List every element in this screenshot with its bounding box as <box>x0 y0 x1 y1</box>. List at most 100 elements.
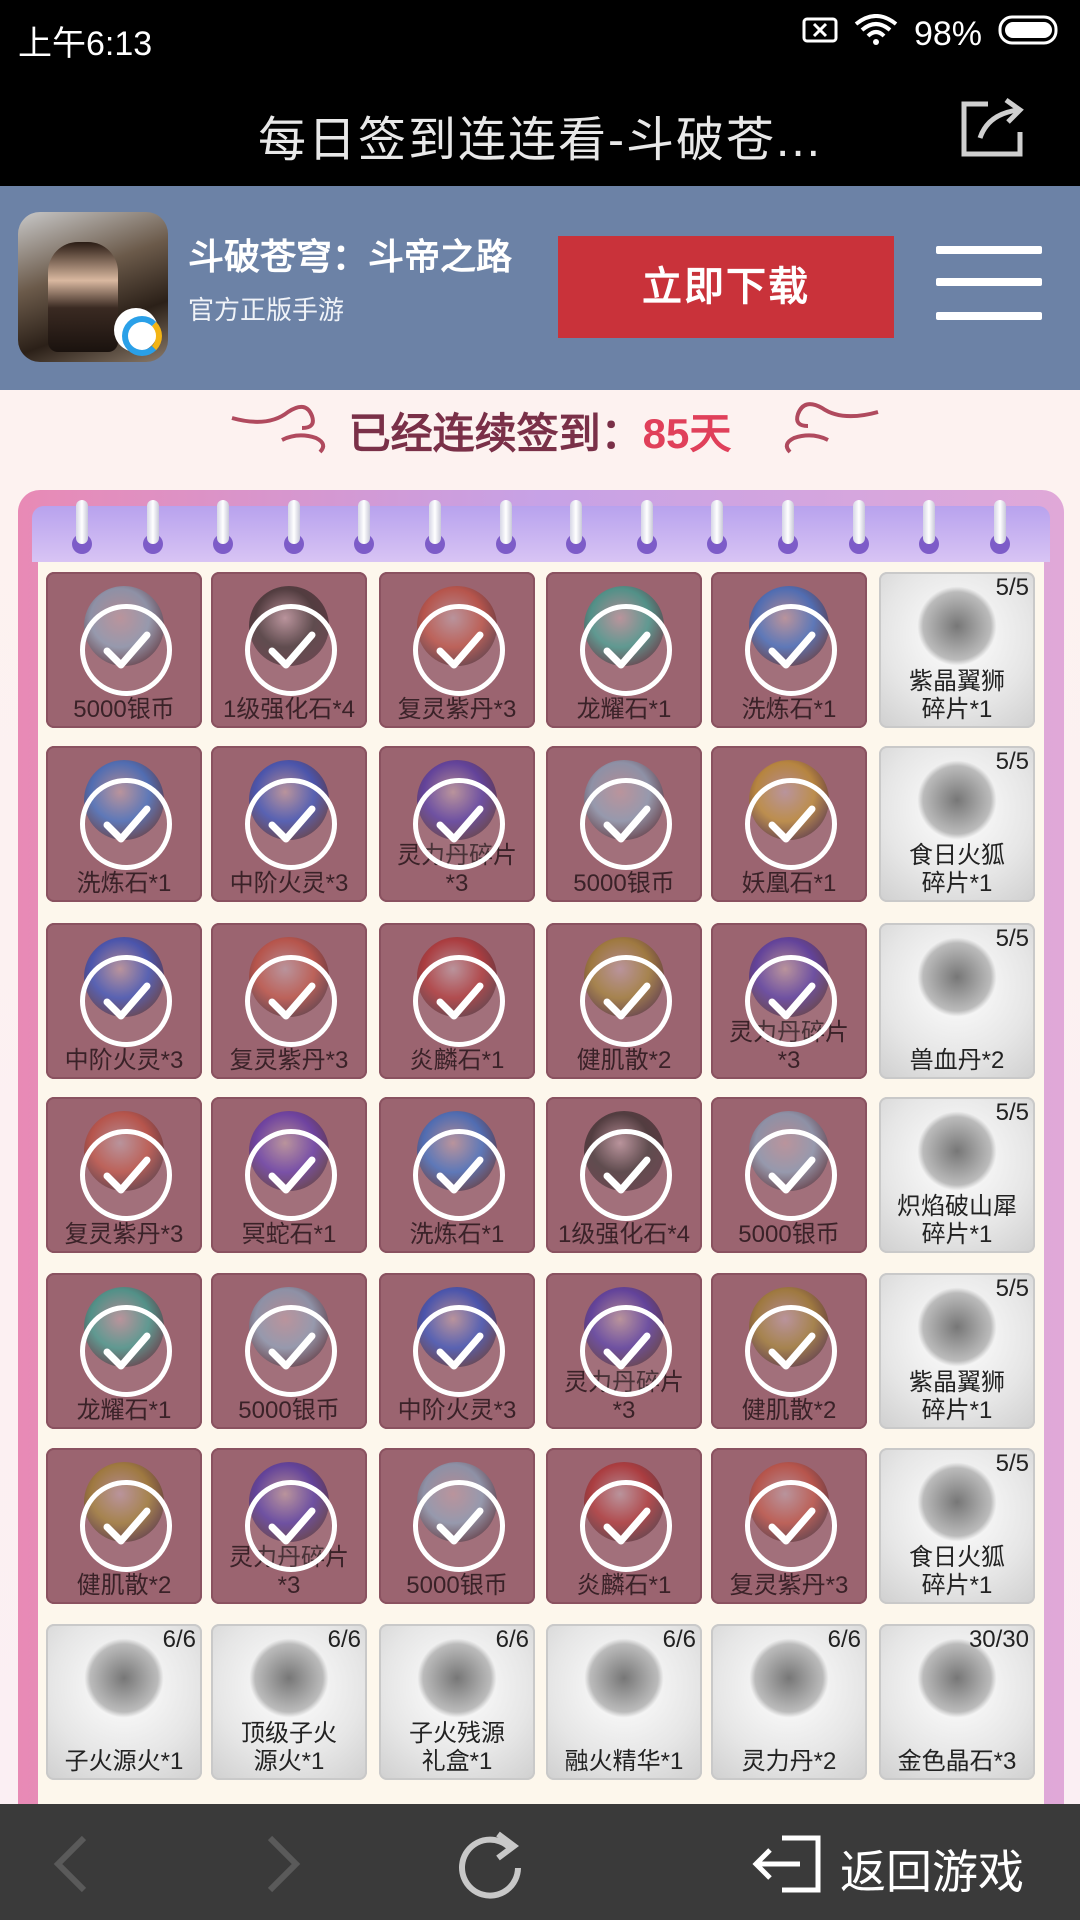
reward-cell-claimed[interactable]: 1级强化石*4 <box>546 1097 702 1253</box>
exit-arrow-icon <box>752 1835 821 1893</box>
reward-cell-claimed[interactable]: 中阶火灵*3 <box>46 923 202 1079</box>
checkmark-icon <box>245 1129 337 1221</box>
app-icon[interactable] <box>18 212 168 362</box>
refresh-button[interactable] <box>452 1828 528 1900</box>
reward-label: 顶级子火 源火*1 <box>241 1720 337 1775</box>
reward-cell-claimed[interactable]: 5000银币 <box>46 572 202 728</box>
reward-cell-unclaimed[interactable]: 6/6 顶级子火 源火*1 <box>211 1624 367 1780</box>
reward-cell-claimed[interactable]: 5000银币 <box>711 1097 867 1253</box>
reward-cell-claimed[interactable]: 龙耀石*1 <box>546 572 702 728</box>
checkmark-icon <box>245 778 337 870</box>
reward-cell-claimed[interactable]: 5000银币 <box>211 1273 367 1429</box>
reward-cell-claimed[interactable]: 炎麟石*1 <box>379 923 535 1079</box>
reward-cell-unclaimed[interactable]: 5/5 炽焰破山犀 碎片*1 <box>879 1097 1035 1253</box>
title-bar: 每日签到连连看-斗破苍... <box>0 72 1080 186</box>
share-button[interactable] <box>958 96 1028 160</box>
reward-label: 5000银币 <box>238 1397 340 1424</box>
reward-label: 复灵紫丹*3 <box>229 1047 349 1074</box>
reward-cell-claimed[interactable]: 中阶火灵*3 <box>379 1273 535 1429</box>
menu-button[interactable] <box>936 246 1042 326</box>
reward-cell-claimed[interactable]: 洗炼石*1 <box>379 1097 535 1253</box>
checkmark-icon <box>245 1305 337 1397</box>
reward-progress-count: 6/6 <box>827 1626 861 1653</box>
calendar-ring <box>923 500 936 544</box>
reward-cell-claimed[interactable]: 灵力丹碎片 *3 <box>379 746 535 902</box>
reward-cell-unclaimed[interactable]: 6/6 灵力丹*2 <box>711 1624 867 1780</box>
reward-cell-claimed[interactable]: 5000银币 <box>379 1448 535 1604</box>
reward-label: 兽血丹*2 <box>909 1047 1005 1074</box>
reward-label: 子火源火*1 <box>64 1748 184 1775</box>
reward-item-icon <box>749 1638 829 1718</box>
calendar-ring <box>499 500 512 544</box>
back-button[interactable] <box>44 1832 104 1896</box>
reward-cell-claimed[interactable]: 中阶火灵*3 <box>211 746 367 902</box>
reward-cell-claimed[interactable]: 灵力丹碎片 *3 <box>546 1273 702 1429</box>
reward-cell-claimed[interactable]: 妖凰石*1 <box>711 746 867 902</box>
reward-label: 复灵紫丹*3 <box>397 696 517 723</box>
reward-label: 炎麟石*1 <box>576 1572 672 1599</box>
reward-cell-unclaimed[interactable]: 5/5 兽血丹*2 <box>879 923 1035 1079</box>
reward-cell-unclaimed[interactable]: 5/5 紫晶翼狮 碎片*1 <box>879 572 1035 728</box>
reward-cell-claimed[interactable]: 5000银币 <box>546 746 702 902</box>
reward-cell-claimed[interactable]: 复灵紫丹*3 <box>46 1097 202 1253</box>
reward-item-icon <box>249 1638 329 1718</box>
reward-cell-unclaimed[interactable]: 6/6 子火源火*1 <box>46 1624 202 1780</box>
reward-label: 健肌散*2 <box>76 1572 172 1599</box>
reward-cell-claimed[interactable]: 复灵紫丹*3 <box>211 923 367 1079</box>
return-to-game-button[interactable]: 返回游戏 <box>752 1826 1052 1902</box>
reward-label: 食日火狐 碎片*1 <box>909 842 1005 897</box>
reward-cell-unclaimed[interactable]: 5/5 食日火狐 碎片*1 <box>879 1448 1035 1604</box>
reward-label: 子火残源 礼盒*1 <box>409 1720 505 1775</box>
reward-label: 复灵紫丹*3 <box>64 1221 184 1248</box>
checkmark-icon <box>580 778 672 870</box>
reward-cell-claimed[interactable]: 复灵紫丹*3 <box>711 1448 867 1604</box>
reward-progress-count: 5/5 <box>995 925 1029 952</box>
reward-cell-unclaimed[interactable]: 6/6 融火精华*1 <box>546 1624 702 1780</box>
reward-cell-claimed[interactable]: 健肌散*2 <box>546 923 702 1079</box>
reward-cell-unclaimed[interactable]: 6/6 子火残源 礼盒*1 <box>379 1624 535 1780</box>
checkmark-icon <box>580 1305 672 1397</box>
reward-cell-claimed[interactable]: 冥蛇石*1 <box>211 1097 367 1253</box>
streak-counter: 已经连续签到：85天 <box>0 400 1080 470</box>
reward-label: 1级强化石*4 <box>222 696 356 723</box>
checkmark-icon <box>80 778 172 870</box>
reward-cell-claimed[interactable]: 健肌散*2 <box>46 1448 202 1604</box>
reward-label: 龙耀石*1 <box>576 696 672 723</box>
calendar-ring <box>146 500 159 544</box>
checkmark-icon <box>413 1129 505 1221</box>
reward-cell-claimed[interactable]: 龙耀石*1 <box>46 1273 202 1429</box>
reward-progress-count: 6/6 <box>327 1626 361 1653</box>
reward-cell-claimed[interactable]: 洗炼石*1 <box>46 746 202 902</box>
reward-progress-count: 5/5 <box>995 1099 1029 1126</box>
reward-label: 灵力丹*2 <box>741 1748 837 1775</box>
status-bar: 上午6:13 98% <box>0 0 1080 72</box>
calendar-ring <box>217 500 230 544</box>
reward-cell-claimed[interactable]: 健肌散*2 <box>711 1273 867 1429</box>
reward-cell-claimed[interactable]: 洗炼石*1 <box>711 572 867 728</box>
reward-progress-count: 6/6 <box>162 1626 196 1653</box>
reward-label: 紫晶翼狮 碎片*1 <box>909 1369 1005 1424</box>
reward-cell-claimed[interactable]: 复灵紫丹*3 <box>379 572 535 728</box>
reward-label: 5000银币 <box>406 1572 508 1599</box>
battery-percent: 98% <box>913 15 982 53</box>
reward-cell-claimed[interactable]: 1级强化石*4 <box>211 572 367 728</box>
reward-label: 妖凰石*1 <box>741 870 837 897</box>
reward-cell-unclaimed[interactable]: 5/5 食日火狐 碎片*1 <box>879 746 1035 902</box>
reward-cell-claimed[interactable]: 灵力丹碎片 *3 <box>211 1448 367 1604</box>
reward-cell-claimed[interactable]: 炎麟石*1 <box>546 1448 702 1604</box>
chevron-left-icon <box>53 1835 87 1893</box>
reward-label: 食日火狐 碎片*1 <box>909 1544 1005 1599</box>
share-icon <box>961 97 1024 157</box>
reward-label: 炽焰破山犀 碎片*1 <box>897 1193 1017 1248</box>
calendar-ring <box>993 500 1006 544</box>
page-root: 上午6:13 98% 每日签到连连看-斗破苍... 斗破苍穹：斗帝之路 官方正版… <box>0 0 1080 1920</box>
reward-cell-unclaimed[interactable]: 30/30 金色晶石*3 <box>879 1624 1035 1780</box>
download-button[interactable]: 立即下载 <box>558 236 894 338</box>
reward-label: 中阶火灵*3 <box>64 1047 184 1074</box>
chevron-right-icon <box>267 1835 301 1893</box>
reward-cell-claimed[interactable]: 灵力丹碎片 *3 <box>711 923 867 1079</box>
reward-label: 金色晶石*3 <box>897 1748 1017 1775</box>
forward-button[interactable] <box>250 1832 310 1896</box>
reward-cell-unclaimed[interactable]: 5/5 紫晶翼狮 碎片*1 <box>879 1273 1035 1429</box>
calendar-header <box>32 500 1050 562</box>
